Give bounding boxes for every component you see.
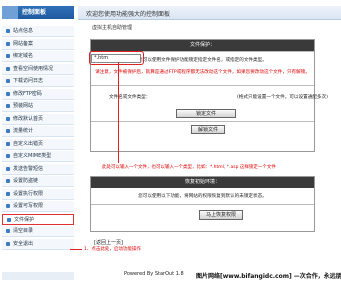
sidebar-item-label: 安全退出 bbox=[13, 240, 34, 247]
bullet-icon bbox=[6, 91, 10, 96]
bullet-icon bbox=[6, 229, 10, 233]
sidebar-item-label: 自定义出错页 bbox=[13, 140, 44, 147]
sidebar-item[interactable]: 设置执行权限 bbox=[2, 188, 74, 200]
sidebar-item-label: 修改默认首页 bbox=[13, 115, 44, 122]
bullet-icon bbox=[6, 191, 10, 196]
annotation-arrow bbox=[70, 241, 82, 250]
bullet-icon bbox=[6, 54, 10, 58]
bullet-icon bbox=[6, 141, 10, 146]
sidebar-item[interactable]: 查看空间使用情况 bbox=[2, 63, 74, 75]
watermark: 图片网络[www.bifangidc.com] —次合作，永远朋友 bbox=[196, 273, 341, 280]
bullet-icon bbox=[6, 79, 10, 83]
sidebar-item[interactable]: 安全退出 bbox=[2, 238, 74, 250]
sidebar-item[interactable]: 设置可写权限 bbox=[2, 201, 74, 212]
sidebar-title: 控制面板 bbox=[22, 9, 47, 16]
sidebar-item[interactable]: 自定义出错页 bbox=[2, 138, 74, 150]
sidebar-item-label: 网站备案 bbox=[13, 40, 34, 47]
bullet-icon bbox=[6, 104, 10, 108]
sidebar-item-label: 查看空间使用情况 bbox=[13, 65, 54, 72]
sidebar-item-label: 预装网站 bbox=[13, 103, 34, 109]
sidebar-item-label: 站点信息 bbox=[13, 28, 34, 34]
unlock-file-button[interactable]: 解锁文件 bbox=[191, 125, 225, 134]
sidebar-item-label: 流量统计 bbox=[13, 128, 34, 134]
bullet-icon bbox=[6, 129, 10, 133]
sidebar-item[interactable]: 文件保护 bbox=[2, 213, 74, 225]
annotation-note: 1、点击此处，启动功能操作 bbox=[84, 247, 141, 252]
sidebar-item[interactable]: 站点信息 bbox=[2, 26, 74, 37]
file-name-label: 文件名或文件类型： bbox=[109, 95, 151, 100]
divider bbox=[91, 204, 314, 205]
file-protect-header: 文件保护： bbox=[91, 40, 314, 51]
sidebar-footer bbox=[2, 272, 74, 280]
annotation-arrow bbox=[118, 62, 119, 163]
back-link[interactable]: [返回上一页] bbox=[94, 239, 123, 246]
sidebar-item-label: 设置可写权限 bbox=[13, 203, 44, 209]
bullet-icon bbox=[6, 241, 10, 246]
bullet-icon bbox=[6, 116, 10, 121]
sidebar-item-label: 清空目录 bbox=[13, 228, 34, 234]
restore-panel: 恢复初始环境： 您可以使用以下功能，将网站的权限恢复到默认的未锁定状态。 马上恢… bbox=[90, 176, 315, 232]
sidebar-item-label: 下载访问日志 bbox=[13, 78, 44, 84]
bullet-icon bbox=[6, 154, 10, 158]
sidebar-item[interactable]: 设置防盗链 bbox=[2, 176, 74, 187]
divider bbox=[91, 121, 314, 122]
sidebar-item[interactable]: 流量统计 bbox=[2, 126, 74, 137]
sidebar-item[interactable]: 发送告警短信 bbox=[2, 163, 74, 175]
sidebar-item[interactable]: 自定义MIME类型 bbox=[2, 151, 74, 162]
sidebar-item[interactable]: 网站备案 bbox=[2, 38, 74, 50]
sidebar-item[interactable]: 清空目录 bbox=[2, 226, 74, 237]
top-bar-title: 欢迎您使用功能强大的控制面板 bbox=[86, 11, 171, 18]
sidebar-item[interactable]: 修改FTP密码 bbox=[2, 88, 74, 100]
file-protect-warning: 请注意，文件被保护后，就算是通过FTP或程序都无法改动这个文件，如果您要改动这个… bbox=[95, 70, 310, 75]
sidebar-item[interactable]: 绑定域名 bbox=[2, 51, 74, 62]
restore-panel-header: 恢复初始环境： bbox=[91, 177, 314, 188]
sidebar-item-label: 设置防盗链 bbox=[13, 178, 39, 184]
bullet-icon bbox=[6, 204, 10, 208]
top-bar: 欢迎您使用功能强大的控制面板 bbox=[78, 6, 341, 20]
sidebar-item-label: 文件保护 bbox=[14, 216, 35, 223]
divider bbox=[91, 85, 314, 86]
bullet-icon bbox=[6, 66, 10, 71]
breadcrumb: 虚拟主机自助管理 bbox=[92, 25, 133, 31]
restore-description: 您可以使用以下功能，将网站的权限恢复到默认的未锁定状态。 bbox=[138, 194, 267, 199]
bullet-icon bbox=[6, 41, 10, 46]
bullet-icon bbox=[6, 166, 10, 171]
sidebar: 控制面板 站点信息网站备案绑定域名查看空间使用情况 下载访问日志 修改FTP密码 预装… bbox=[0, 0, 76, 283]
annotation-highlight bbox=[89, 51, 144, 65]
restore-permissions-button[interactable]: 马上恢复权限 bbox=[199, 210, 243, 220]
sidebar-header-decoration bbox=[2, 6, 18, 19]
sidebar-item[interactable]: 修改默认首页 bbox=[2, 113, 74, 125]
file-name-hint: (格式只能设置一个文件，可以设置通配多次) bbox=[237, 95, 328, 100]
sidebar-header: 控制面板 bbox=[2, 6, 74, 19]
bullet-icon bbox=[6, 179, 10, 183]
lock-file-button[interactable]: 锁定文件 bbox=[176, 109, 236, 118]
sidebar-item-label: 设置执行权限 bbox=[13, 190, 44, 197]
bullet-icon bbox=[6, 29, 10, 33]
bullet-icon bbox=[7, 217, 11, 222]
sidebar-item-label: 自定义MIME类型 bbox=[13, 153, 52, 159]
annotation-note: 此处可以输入一个文件，也可以输入一个类型，比如：*.html, *.asp 这样… bbox=[102, 165, 276, 170]
copyright: Powered By StarOut 1.8 bbox=[124, 271, 184, 277]
sidebar-item[interactable]: 下载访问日志 bbox=[2, 76, 74, 87]
sidebar-item[interactable]: 预装网站 bbox=[2, 101, 74, 112]
sidebar-item-label: 发送告警短信 bbox=[13, 165, 44, 172]
sidebar-item-label: 绑定域名 bbox=[13, 53, 34, 59]
sidebar-item-label: 修改FTP密码 bbox=[13, 90, 42, 97]
